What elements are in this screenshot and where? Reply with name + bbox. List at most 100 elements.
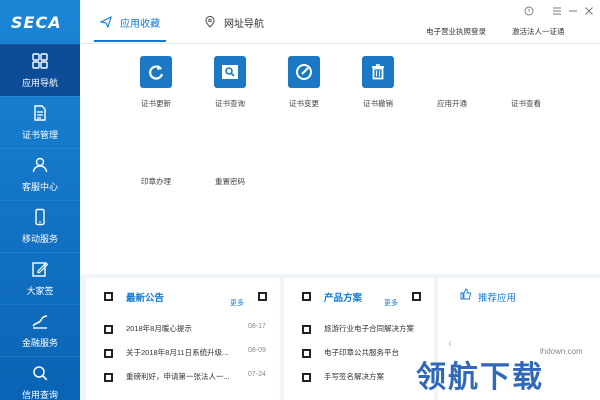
close-icon[interactable] <box>584 6 594 16</box>
solution-row[interactable]: 电子印章公共服务平台 <box>284 346 434 360</box>
announcements-panel: 最新公告 更多 2018年8月暖心提示 08-17 关于2018年8月11日系统… <box>86 278 280 400</box>
app-grid: 证书更新 证书查询 证书变更 证书撤销 应用开通 证书查看 印章办理 重置密码 <box>80 44 600 274</box>
watermark-site: lhdown.com <box>540 347 583 356</box>
sidebar-item-credit[interactable]: 信用查询 <box>0 356 80 400</box>
announcement-text: 关于2018年8月11日系统升级... <box>126 348 229 357</box>
placeholder-icon <box>302 349 311 358</box>
sidebar-item-label: 应用导航 <box>21 78 58 88</box>
sidebar-item-app-nav[interactable]: 应用导航 <box>0 44 80 96</box>
sidebar-item-label: 大家签 <box>26 286 54 296</box>
announcements-title: 最新公告 <box>126 293 165 304</box>
app-logo: SECA <box>0 0 80 44</box>
placeholder-icon <box>302 325 311 334</box>
announcement-text: 重磅利好，申请第一张法人一... <box>126 372 230 381</box>
announcement-row[interactable]: 关于2018年8月11日系统升级... 08-09 <box>86 346 280 360</box>
sidebar-item-cert-manage[interactable]: 证书管理 <box>0 96 80 148</box>
sidebar: SECA 应用导航 证书管理 客服中心 移动服务 大家签 金融服务 信用查询 <box>0 0 80 400</box>
app-label: 证书查看 <box>511 99 541 108</box>
sidebar-item-sign[interactable]: 大家签 <box>0 252 80 304</box>
sidebar-item-label: 金融服务 <box>21 338 58 348</box>
activate-legal-cert-link[interactable]: 激活法人一证通 <box>512 26 565 37</box>
app-label: 重置密码 <box>215 177 245 186</box>
sidebar-item-label: 信用查询 <box>21 390 58 400</box>
business-license-login-link[interactable]: 电子营业执照登录 <box>426 26 486 37</box>
placeholder-icon <box>258 292 267 301</box>
app-reset-password[interactable]: 重置密码 <box>200 176 260 187</box>
solutions-panel: 产品方案 更多 旅游行业电子合同解决方案 电子印章公共服务平台 手写签名解决方案 <box>284 278 434 400</box>
tab-url-nav[interactable]: 网址导航 <box>204 0 264 44</box>
solutions-title: 产品方案 <box>324 293 363 304</box>
search-icon <box>31 364 49 382</box>
app-cert-update[interactable]: 证书更新 <box>126 56 186 109</box>
placeholder-icon <box>104 373 113 382</box>
announcement-row[interactable]: 2018年8月暖心提示 08-17 <box>86 322 280 336</box>
announcement-row[interactable]: 重磅利好，申请第一张法人一... 07-24 <box>86 370 280 384</box>
sidebar-item-label: 证书管理 <box>21 130 58 140</box>
app-label: 应用开通 <box>437 99 467 108</box>
announcement-date: 08-17 <box>248 323 266 330</box>
placeholder-icon <box>302 373 311 382</box>
solutions-more-link[interactable]: 更多 <box>384 298 398 308</box>
app-label: 证书变更 <box>289 99 319 108</box>
recommend-header: 推荐应用 <box>438 278 600 312</box>
change-icon <box>288 56 320 88</box>
app-label: 证书更新 <box>141 99 171 108</box>
announcement-date: 08-09 <box>248 347 266 354</box>
help-icon[interactable] <box>524 6 534 16</box>
app-label: 印章办理 <box>141 177 171 186</box>
tab-label: 网址导航 <box>224 18 264 30</box>
app-cert-change[interactable]: 证书变更 <box>274 56 334 109</box>
solution-row[interactable]: 手写签名解决方案 <box>284 370 434 384</box>
recommend-title: 推荐应用 <box>478 293 517 304</box>
minimize-icon[interactable] <box>568 6 578 16</box>
app-label: 证书查询 <box>215 99 245 108</box>
user-icon <box>31 156 49 174</box>
tab-app-favorites[interactable]: 应用收藏 <box>100 0 160 44</box>
location-icon <box>205 16 215 28</box>
trash-icon <box>362 56 394 88</box>
announcement-text: 2018年8月暖心提示 <box>126 324 192 333</box>
placeholder-icon <box>104 349 113 358</box>
query-icon <box>214 56 246 88</box>
solution-text: 电子印章公共服务平台 <box>324 348 399 357</box>
main-area: 应用收藏 网址导航 电子营业执照登录 激活法人一证通 证书更新 证书查询 证书变… <box>80 0 600 400</box>
send-icon <box>100 16 112 28</box>
thumbs-up-icon <box>460 288 472 300</box>
solutions-header: 产品方案 更多 <box>284 278 434 312</box>
phone-icon <box>31 208 49 226</box>
top-bar: 应用收藏 网址导航 电子营业执照登录 激活法人一证通 <box>80 0 600 44</box>
sidebar-item-service-center[interactable]: 客服中心 <box>0 148 80 200</box>
svg-text:SECA: SECA <box>11 13 62 32</box>
menu-icon[interactable] <box>552 6 562 16</box>
app-open-service[interactable]: 应用开通 <box>422 98 482 109</box>
solution-text: 旅游行业电子合同解决方案 <box>324 324 414 333</box>
seca-logo-icon: SECA <box>11 13 62 32</box>
placeholder-icon <box>104 325 113 334</box>
app-label: 证书撤销 <box>363 99 393 108</box>
placeholder-icon <box>412 292 421 301</box>
solution-row[interactable]: 旅游行业电子合同解决方案 <box>284 322 434 336</box>
app-cert-revoke[interactable]: 证书撤销 <box>348 56 408 109</box>
sidebar-item-finance[interactable]: 金融服务 <box>0 304 80 356</box>
sidebar-item-label: 移动服务 <box>21 234 58 244</box>
sidebar-item-mobile[interactable]: 移动服务 <box>0 200 80 252</box>
placeholder-icon <box>302 292 311 301</box>
placeholder-icon <box>104 292 113 301</box>
edit-icon <box>31 260 49 278</box>
solution-text: 手写签名解决方案 <box>324 372 384 381</box>
tab-label: 应用收藏 <box>120 18 160 30</box>
chevron-left-icon[interactable]: ‹ <box>448 336 458 350</box>
announcement-date: 07-24 <box>248 371 266 378</box>
watermark-text: 领航下载 <box>416 360 544 395</box>
app-cert-query[interactable]: 证书查询 <box>200 56 260 109</box>
finance-icon <box>31 312 49 330</box>
active-tab-indicator <box>94 40 166 42</box>
announcements-more-link[interactable]: 更多 <box>230 298 244 308</box>
document-icon <box>31 104 49 122</box>
sidebar-item-label: 客服中心 <box>21 182 58 192</box>
refresh-icon <box>140 56 172 88</box>
apps-icon <box>31 52 49 70</box>
app-cert-view[interactable]: 证书查看 <box>496 98 556 109</box>
app-seal-handling[interactable]: 印章办理 <box>126 176 186 187</box>
announcements-header: 最新公告 更多 <box>86 278 280 312</box>
